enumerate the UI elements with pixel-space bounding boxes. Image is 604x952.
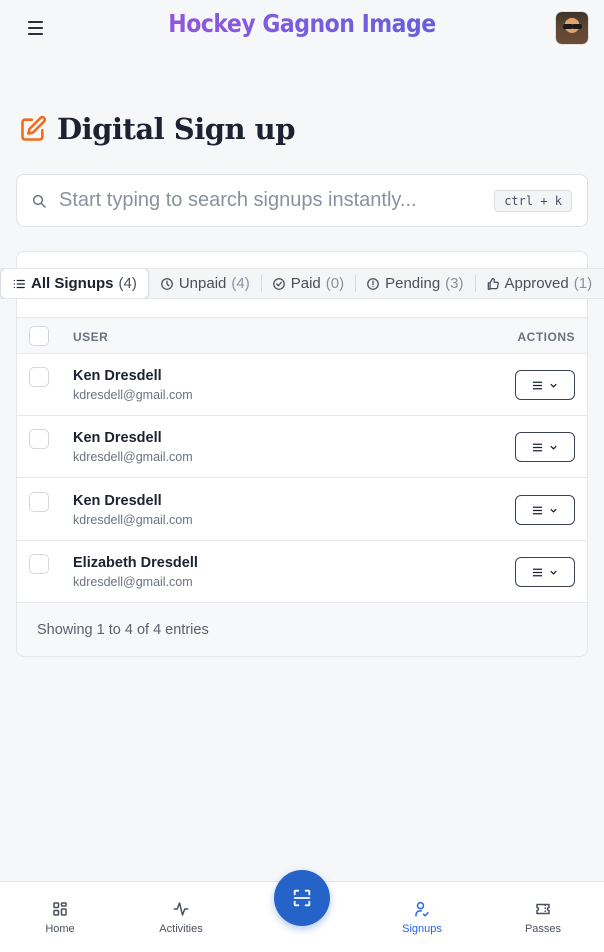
chevron-down-icon bbox=[550, 383, 557, 388]
tab-count: (4) bbox=[118, 275, 137, 292]
row-actions-button[interactable] bbox=[515, 432, 575, 462]
row-actions-button[interactable] bbox=[515, 495, 575, 525]
tab-count: (4) bbox=[231, 275, 250, 292]
page-title: Digital Sign up bbox=[57, 112, 296, 146]
tab-label: Paid bbox=[290, 275, 321, 292]
nav-home[interactable]: Home bbox=[20, 900, 100, 935]
tab-paid[interactable]: Paid (0) bbox=[260, 269, 355, 298]
tab-label: Unpaid bbox=[178, 275, 227, 292]
menu-lines-icon bbox=[532, 568, 543, 576]
tab-count: (0) bbox=[325, 275, 345, 292]
table-row: Ken Dresdell kdresdell@gmail.com bbox=[17, 416, 587, 478]
tab-label: All Signups bbox=[31, 275, 114, 292]
nav-signups[interactable]: Signups bbox=[382, 900, 462, 935]
keyboard-shortcut-hint: ctrl + k bbox=[494, 190, 572, 212]
user-email: kdresdell@gmail.com bbox=[73, 575, 193, 589]
table-row: Ken Dresdell kdresdell@gmail.com bbox=[17, 354, 587, 416]
row-checkbox[interactable] bbox=[29, 492, 49, 512]
check-circle-icon bbox=[272, 277, 285, 290]
tab-count: (1) bbox=[573, 275, 593, 292]
page-header: Digital Sign up bbox=[19, 112, 296, 146]
menu-lines-icon bbox=[532, 381, 543, 389]
list-icon bbox=[13, 279, 25, 288]
search-icon bbox=[32, 194, 46, 208]
row-actions-button[interactable] bbox=[515, 557, 575, 587]
user-email: kdresdell@gmail.com bbox=[73, 388, 193, 402]
menu-lines-icon bbox=[532, 443, 543, 451]
user-name: Ken Dresdell bbox=[73, 430, 162, 446]
nav-activities[interactable]: Activities bbox=[141, 900, 221, 935]
column-header-actions: ACTIONS bbox=[517, 330, 575, 344]
user-name: Ken Dresdell bbox=[73, 493, 162, 509]
activity-pulse-icon bbox=[173, 902, 189, 916]
user-name: Ken Dresdell bbox=[73, 368, 162, 384]
tab-label: Approved bbox=[504, 275, 569, 292]
nav-label: Signups bbox=[402, 923, 442, 935]
brand-title[interactable]: Hockey Gagnon Image bbox=[0, 11, 604, 39]
nav-label: Activities bbox=[159, 923, 203, 935]
search-input[interactable] bbox=[59, 189, 479, 212]
avatar[interactable] bbox=[556, 12, 588, 44]
nav-passes[interactable]: Passes bbox=[503, 900, 583, 935]
table-row: Elizabeth Dresdell kdresdell@gmail.com bbox=[17, 541, 587, 603]
filter-tabs: All Signups (4) Unpaid (4) Paid (0) Pend… bbox=[0, 268, 604, 299]
tab-count: (3) bbox=[445, 275, 464, 292]
tab-all-signups[interactable]: All Signups (4) bbox=[0, 269, 149, 298]
clock-icon bbox=[160, 277, 173, 290]
grid-icon bbox=[53, 902, 67, 916]
row-checkbox[interactable] bbox=[29, 367, 49, 387]
select-all-checkbox[interactable] bbox=[29, 326, 49, 346]
user-email: kdresdell@gmail.com bbox=[73, 450, 193, 464]
table-header: USER ACTIONS bbox=[17, 317, 587, 354]
user-name: Elizabeth Dresdell bbox=[73, 555, 198, 571]
thumbs-up-icon bbox=[487, 277, 499, 290]
tab-unpaid[interactable]: Unpaid (4) bbox=[149, 269, 261, 298]
user-email: kdresdell@gmail.com bbox=[73, 513, 193, 527]
row-actions-button[interactable] bbox=[515, 370, 575, 400]
scan-button[interactable] bbox=[274, 870, 330, 926]
menu-lines-icon bbox=[532, 506, 543, 514]
user-check-icon bbox=[415, 901, 429, 917]
chevron-down-icon bbox=[550, 508, 557, 513]
scan-icon bbox=[293, 889, 311, 907]
table-footer: Showing 1 to 4 of 4 entries bbox=[17, 604, 587, 656]
tab-label: Pending bbox=[385, 275, 441, 292]
pagination-info: Showing 1 to 4 of 4 entries bbox=[37, 622, 209, 638]
search-box: ctrl + k bbox=[16, 174, 588, 227]
tab-pending[interactable]: Pending (3) bbox=[355, 269, 474, 298]
table-row: Ken Dresdell kdresdell@gmail.com bbox=[17, 479, 587, 541]
nav-label: Passes bbox=[524, 923, 562, 935]
tab-approved[interactable]: Approved (1) bbox=[474, 269, 604, 298]
chevron-down-icon bbox=[550, 445, 557, 450]
edit-pencil-icon bbox=[21, 115, 47, 141]
row-checkbox[interactable] bbox=[29, 554, 49, 574]
alert-circle-icon bbox=[367, 277, 380, 290]
ticket-icon bbox=[536, 903, 550, 915]
chevron-down-icon bbox=[550, 570, 557, 575]
top-bar: Hockey Gagnon Image bbox=[0, 0, 604, 56]
column-header-user: USER bbox=[73, 330, 109, 344]
row-checkbox[interactable] bbox=[29, 429, 49, 449]
nav-label: Home bbox=[45, 923, 75, 935]
